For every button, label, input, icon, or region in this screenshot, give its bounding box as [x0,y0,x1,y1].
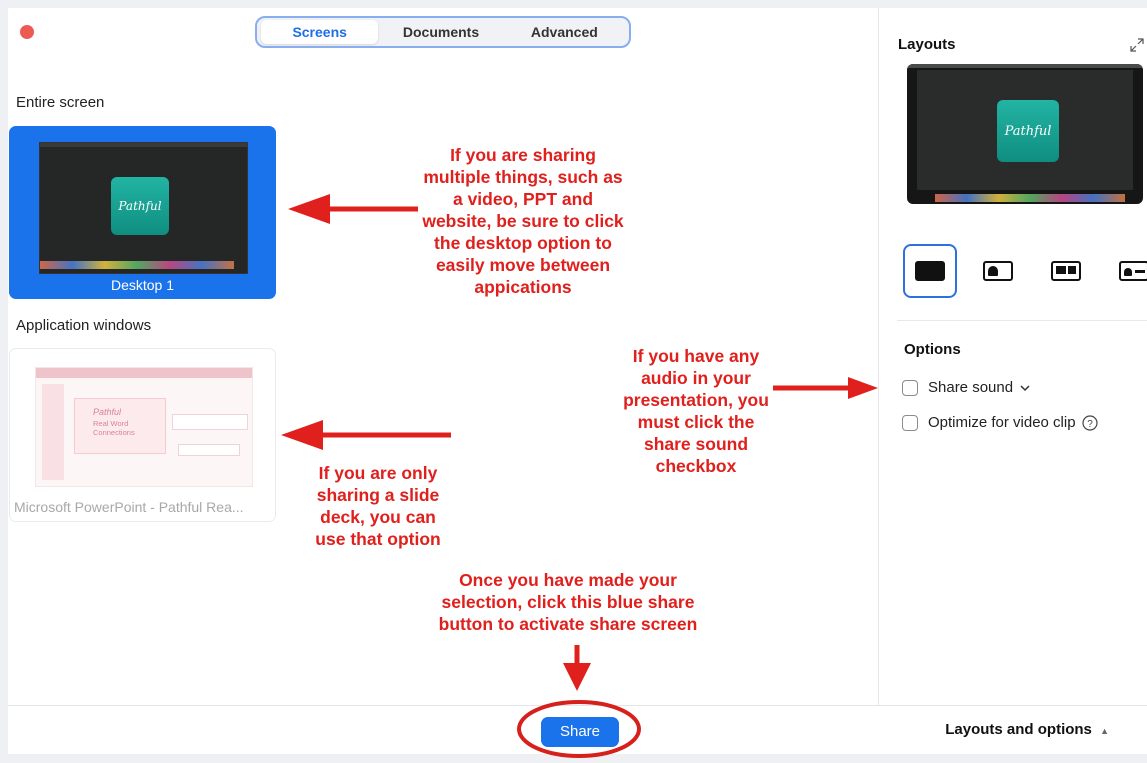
layout-camera-top-button[interactable] [1039,244,1093,298]
chevron-up-icon: ▲ [1100,726,1109,736]
preview-menu-bar [907,64,1143,68]
share-main-panel: Screens Documents Advanced Entire screen… [8,8,878,705]
layouts-heading: Layouts [898,36,956,53]
sidebar-divider [897,320,1147,321]
expand-icon[interactable] [1130,38,1144,52]
share-screen-window: Screens Documents Advanced Entire screen… [8,8,1147,758]
help-icon[interactable]: ? [1081,414,1098,431]
share-button-highlight-circle [517,700,641,758]
options-heading: Options [904,341,961,358]
optimize-video-label: Optimize for video clip [928,414,1076,431]
share-sound-label: Share sound [928,379,1014,396]
share-footer: Share Layouts and options ▲ [8,700,1147,758]
preview-screen: Pathful [917,70,1133,190]
preview-pathful-logo: Pathful [997,100,1059,162]
arrow-to-share-sound-head [848,377,878,399]
layout-camera-left-icon [983,261,1013,281]
layout-camera-left-button[interactable] [971,244,1025,298]
chevron-down-icon[interactable] [1019,384,1031,392]
preview-dock [935,194,1125,202]
layout-screen-only-button[interactable] [903,244,957,298]
layout-camera-side-icon [1119,261,1147,281]
optimize-video-checkbox[interactable] [902,414,918,431]
arrow-to-desktop-head [288,194,330,224]
layout-screen-only-icon [915,261,945,281]
arrow-to-powerpoint-head [281,420,323,450]
annotation-arrows [281,194,878,691]
layout-camera-top-icon [1051,261,1081,281]
svg-text:?: ? [1087,419,1093,430]
layouts-and-options-toggle[interactable]: Layouts and options ▲ [945,721,1109,738]
optimize-video-option[interactable]: Optimize for video clip ? [902,414,1098,431]
share-sound-option[interactable]: Share sound [902,379,1031,396]
layouts-and-options-label: Layouts and options [945,721,1092,738]
layout-camera-side-button[interactable] [1107,244,1147,298]
layouts-sidebar: Layouts Pathful Options Share sound Opti… [878,8,1147,705]
share-sound-checkbox[interactable] [902,379,918,396]
layout-preview: Pathful [907,64,1143,204]
arrow-to-share-button-head [563,663,591,691]
